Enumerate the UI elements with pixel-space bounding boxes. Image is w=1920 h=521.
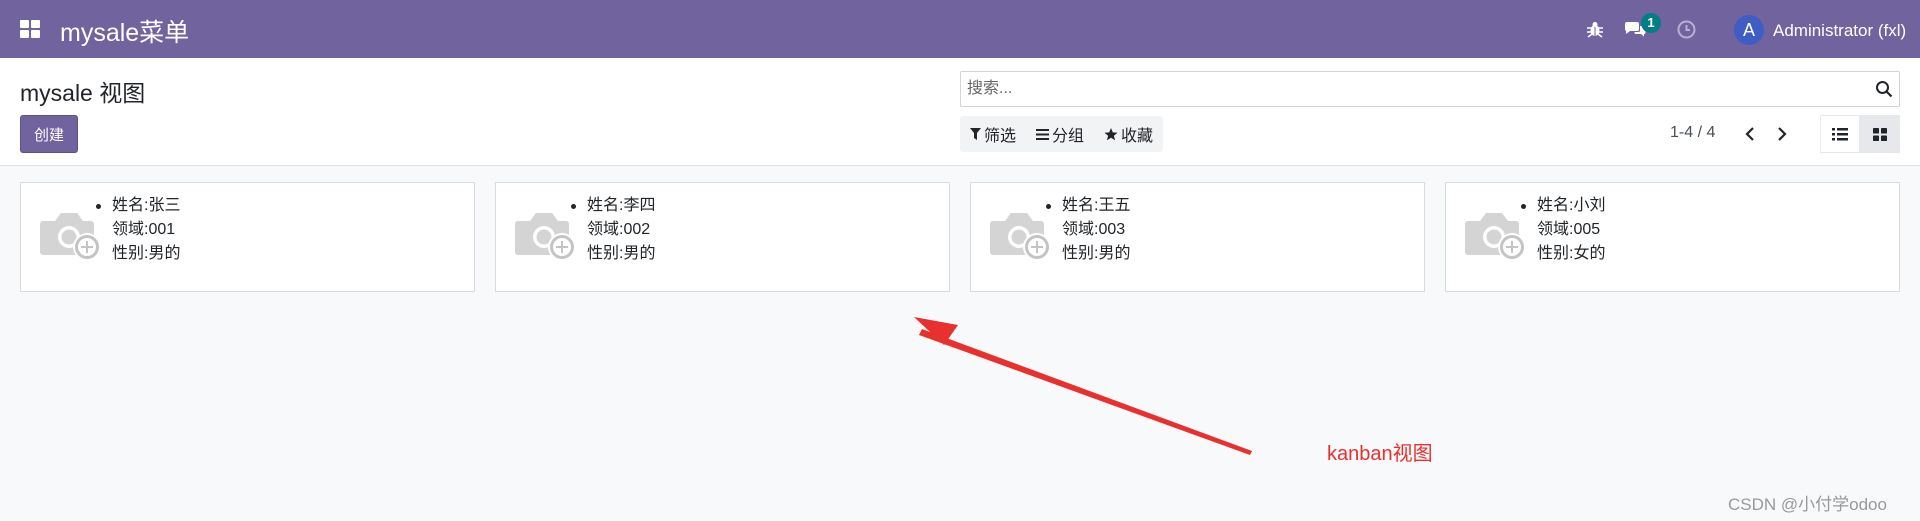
- kanban-card[interactable]: 姓名:张三 领域:001 性别:男的: [20, 182, 475, 292]
- field-domain: 领域:001: [112, 221, 176, 238]
- filter-icon: [970, 128, 981, 140]
- card-fields: 姓名:小刘 领域:005 性别:女的: [1521, 194, 1606, 266]
- field-name: 姓名:小刘: [1537, 197, 1606, 214]
- create-button[interactable]: 创建: [20, 115, 78, 153]
- bullet: [1521, 204, 1526, 209]
- group-icon: [1036, 128, 1050, 140]
- filter-label: 筛选: [984, 128, 1017, 145]
- watermark: CSDN @小付学odoo: [1728, 495, 1887, 514]
- group-label: 分组: [1052, 128, 1085, 145]
- chevron-right-icon[interactable]: [1769, 121, 1795, 147]
- field-name: 姓名:王五: [1062, 197, 1131, 214]
- camera-add-icon: [990, 213, 1051, 261]
- field-domain: 领域:005: [1537, 221, 1601, 238]
- annotation-label: kanban视图: [1327, 443, 1433, 465]
- search-options: 筛选 分组 收藏: [960, 116, 1164, 152]
- field-domain: 领域:003: [1062, 221, 1126, 238]
- user-avatar[interactable]: A: [1734, 15, 1764, 45]
- kanban-card[interactable]: 姓名:王五 领域:003 性别:男的: [970, 182, 1425, 292]
- field-name: 姓名:张三: [112, 197, 181, 214]
- top-navbar: mysale菜单 1 A Administrator (fxl): [0, 0, 1920, 58]
- group-by-dropdown[interactable]: 分组: [1026, 116, 1094, 152]
- pager-value[interactable]: 1-4 / 4: [1670, 124, 1715, 142]
- camera-add-icon: [1465, 213, 1526, 261]
- card-fields: 姓名:张三 领域:001 性别:男的: [96, 194, 181, 266]
- search-icon[interactable]: [1875, 80, 1893, 98]
- card-fields: 姓名:李四 领域:002 性别:男的: [571, 194, 656, 266]
- clock-icon[interactable]: [1677, 20, 1696, 39]
- notification-badge[interactable]: 1: [1641, 13, 1661, 33]
- favorite-label: 收藏: [1121, 128, 1154, 145]
- card-fields: 姓名:王五 领域:003 性别:男的: [1046, 194, 1131, 266]
- filter-dropdown[interactable]: 筛选: [960, 116, 1026, 152]
- list-view-icon: [1832, 127, 1848, 140]
- field-gender: 性别:女的: [1537, 245, 1606, 262]
- search-input[interactable]: [967, 78, 1857, 100]
- field-gender: 性别:男的: [1062, 245, 1131, 262]
- app-brand[interactable]: mysale菜单: [60, 13, 189, 49]
- field-name: 姓名:李四: [587, 197, 656, 214]
- search-bar[interactable]: [960, 71, 1900, 107]
- chevron-left-icon[interactable]: [1737, 121, 1763, 147]
- page-title: mysale 视图: [20, 80, 146, 106]
- view-switcher: [1820, 115, 1900, 153]
- kanban-view-button[interactable]: [1860, 115, 1900, 153]
- kanban-view-icon: [1873, 127, 1887, 141]
- control-panel: mysale 视图 创建 筛选 分组 收藏 1-4 / 4: [0, 58, 1920, 166]
- bullet: [1046, 204, 1051, 209]
- bug-icon[interactable]: [1586, 20, 1604, 38]
- field-gender: 性别:男的: [112, 245, 181, 262]
- star-icon: [1104, 127, 1118, 140]
- kanban-card[interactable]: 姓名:李四 领域:002 性别:男的: [495, 182, 950, 292]
- apps-menu-icon[interactable]: [20, 20, 40, 38]
- list-view-button[interactable]: [1820, 115, 1860, 153]
- field-gender: 性别:男的: [587, 245, 656, 262]
- user-menu[interactable]: Administrator (fxl): [1773, 21, 1906, 41]
- field-domain: 领域:002: [587, 221, 651, 238]
- bullet: [96, 204, 101, 209]
- favorites-dropdown[interactable]: 收藏: [1094, 116, 1163, 152]
- annotation-arrow: [914, 317, 1252, 455]
- camera-add-icon: [515, 213, 576, 261]
- camera-add-icon: [40, 213, 101, 261]
- bullet: [571, 204, 576, 209]
- kanban-card[interactable]: 姓名:小刘 领域:005 性别:女的: [1445, 182, 1900, 292]
